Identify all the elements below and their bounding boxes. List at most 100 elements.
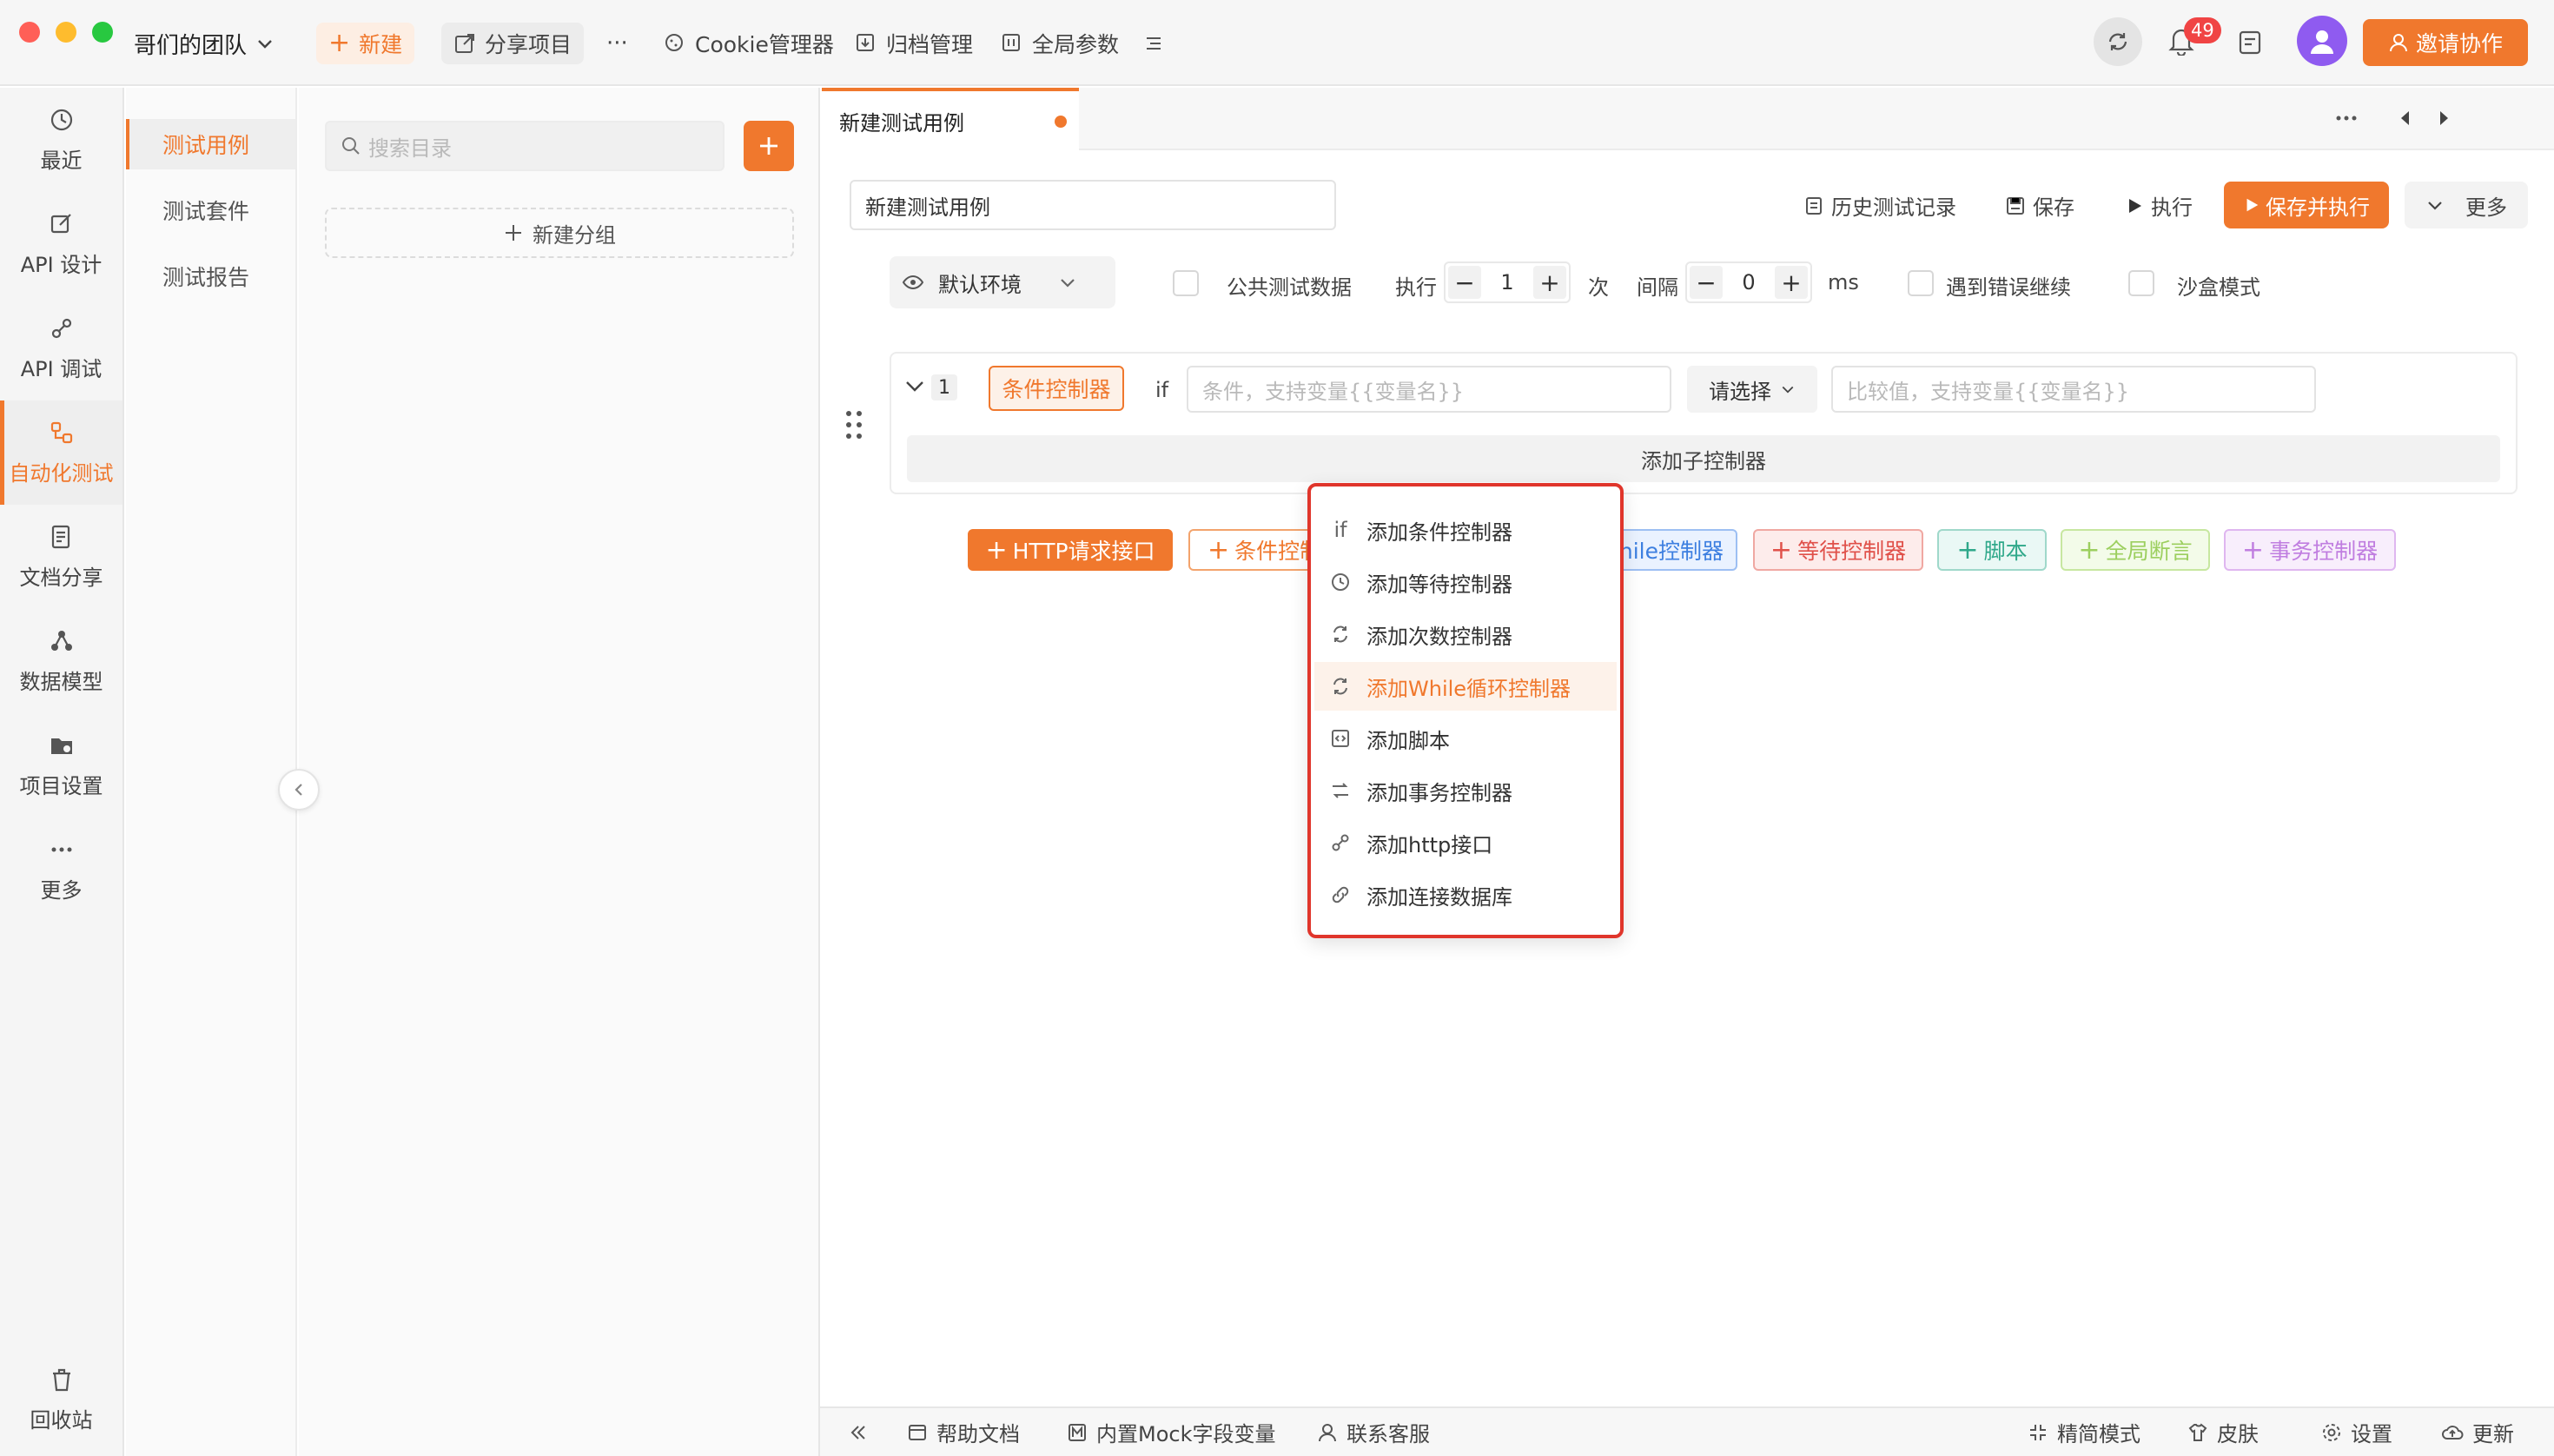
user-icon [1317,1422,1338,1443]
support-label: 联系客服 [1346,1422,1430,1446]
sync-button[interactable] [2094,17,2142,66]
new-group-button[interactable]: 新建分组 [325,208,794,258]
avatar[interactable] [2297,16,2347,66]
add-while-button[interactable]: hile控制器 [1604,529,1737,571]
increment-button[interactable]: + [1533,266,1566,299]
compare-value-input[interactable]: 比较值，支持变量{{变量名}} [1831,366,2316,413]
save-and-run-button[interactable]: 保存并执行 [2224,182,2389,228]
rail-item-doc-share[interactable]: 文档分享 [0,505,122,609]
skin-button[interactable]: 皮肤 [2187,1408,2259,1456]
minimize-window-button[interactable] [56,22,76,43]
condition-input[interactable]: 条件，支持变量{{变量名}} [1187,366,1671,413]
subnav-item-test-suites[interactable]: 测试套件 [126,185,295,235]
rail-label: 文档分享 [19,565,103,590]
model-icon [49,628,75,654]
more-actions-button[interactable]: 更多 [2405,182,2528,228]
rail-item-more[interactable]: 更多 [0,817,122,922]
menu-item-label: 添加条件控制器 [1366,520,1512,545]
rail-item-data-model[interactable]: 数据模型 [0,609,122,713]
settings-button[interactable]: 设置 [2321,1408,2392,1456]
tab-next-icon[interactable] [2434,109,2453,128]
increment-button[interactable]: + [1775,266,1808,299]
mock-variables-button[interactable]: 内置Mock字段变量 [1067,1408,1275,1456]
directory-search-input[interactable]: 搜索目录 [325,121,725,171]
save-button[interactable]: 保存 [2005,190,2074,221]
collapse-left-icon[interactable] [848,1408,869,1456]
subnav-item-test-cases[interactable]: 测试用例 [126,119,295,169]
operator-select[interactable]: 请选择 [1687,366,1817,413]
menu-item-add-database[interactable]: 添加连接数据库 [1314,870,1617,919]
rail-item-api-design[interactable]: API 设计 [0,192,122,296]
collapse-sidebar-button[interactable] [278,769,320,811]
public-data-checkbox[interactable] [1173,270,1199,296]
tab-prev-icon[interactable] [2396,109,2415,128]
cookie-icon [664,32,686,55]
invite-button[interactable]: 邀请协作 [2363,19,2528,66]
history-records-button[interactable]: 历史测试记录 [1803,190,1956,221]
update-button[interactable]: 更新 [2441,1408,2514,1456]
menu-item-add-http[interactable]: 添加http接口 [1314,818,1617,867]
add-http-request-button[interactable]: + HTTP请求接口 [968,529,1173,571]
add-directory-button[interactable] [744,121,794,171]
environment-label: 默认环境 [938,272,1022,297]
sub-navigation: 测试用例 测试套件 测试报告 [126,88,297,1456]
decrement-button[interactable]: − [1448,266,1481,299]
share-project-button[interactable]: 分享项目 [441,23,585,64]
run-button[interactable]: 执行 [2125,190,2193,221]
decrement-button[interactable]: − [1690,266,1723,299]
simple-mode-button[interactable]: 精简模式 [2028,1408,2140,1456]
menu-item-add-while[interactable]: 添加While循环控制器 [1314,662,1617,711]
help-docs-button[interactable]: 帮助文档 [907,1408,1020,1456]
chevron-left-icon [290,781,308,798]
menu-item-add-wait[interactable]: 添加等待控制器 [1314,558,1617,606]
add-condition-button[interactable]: + 条件控制 [1188,529,1327,571]
sandbox-checkbox[interactable] [2128,270,2154,296]
simple-mode-label: 精简模式 [2057,1422,2140,1446]
menu-item-add-transaction[interactable]: 添加事务控制器 [1314,766,1617,815]
update-label: 更新 [2472,1422,2514,1446]
add-script-button[interactable]: + 脚本 [1937,529,2047,571]
collapse-menu-icon[interactable] [1131,23,1176,64]
add-transaction-button[interactable]: + 事务控制器 [2224,529,2396,571]
exec-count-stepper[interactable]: − 1 + [1444,261,1571,303]
chevron-down-icon[interactable] [903,374,926,397]
rail-item-project-settings[interactable]: 项目设置 [0,713,122,817]
add-global-assert-button[interactable]: + 全局断言 [2061,529,2210,571]
archive-button[interactable]: 归档管理 [843,23,985,64]
notifications-button[interactable]: 49 [2168,17,2221,56]
drag-handle-icon[interactable] [844,409,863,440]
tab-new-test-case[interactable]: 新建测试用例 [822,88,1079,150]
maximize-window-button[interactable] [92,22,113,43]
add-child-controller-button[interactable]: 添加子控制器 [907,435,2500,482]
environment-select[interactable]: 默认环境 [890,256,1115,308]
menu-item-add-count[interactable]: 添加次数控制器 [1314,610,1617,659]
archive-icon [855,32,877,55]
rail-item-api-debug[interactable]: API 调试 [0,296,122,400]
interval-stepper[interactable]: − 0 + [1685,261,1812,303]
compare-placeholder: 比较值，支持变量{{变量名}} [1847,379,2130,404]
plus-icon: + [985,534,1008,566]
more-menu-button[interactable]: ··· [594,23,640,64]
test-case-name-input[interactable]: 新建测试用例 [850,180,1336,230]
rail-item-recycle-bin[interactable]: 回收站 [0,1347,122,1452]
close-window-button[interactable] [19,22,40,43]
contact-support-button[interactable]: 联系客服 [1317,1408,1430,1456]
plus-icon: + [2241,534,2265,566]
menu-item-add-condition[interactable]: if 添加条件控制器 [1314,506,1617,554]
team-switcher[interactable]: 哥们的团队 [122,23,287,64]
messages-icon[interactable] [2238,30,2262,56]
menu-item-add-script[interactable]: 添加脚本 [1314,714,1617,763]
continue-on-error-checkbox[interactable] [1908,270,1934,296]
help-label: 帮助文档 [936,1422,1020,1446]
new-button[interactable]: + 新建 [316,23,415,64]
tab-more-icon[interactable] [2333,105,2359,131]
rail-item-recent[interactable]: 最近 [0,88,122,192]
subnav-item-test-reports[interactable]: 测试报告 [126,251,295,301]
global-params-button[interactable]: 全局参数 [989,23,1131,64]
add-wait-button[interactable]: + 等待控制器 [1753,529,1923,571]
save-and-run-label: 保存并执行 [2266,195,2370,220]
global-params-label: 全局参数 [1032,32,1120,57]
cookie-manager-button[interactable]: Cookie管理器 [652,23,846,64]
condition-controller-tag[interactable]: 条件控制器 [989,366,1124,411]
rail-item-automation-test[interactable]: 自动化测试 [0,400,122,505]
